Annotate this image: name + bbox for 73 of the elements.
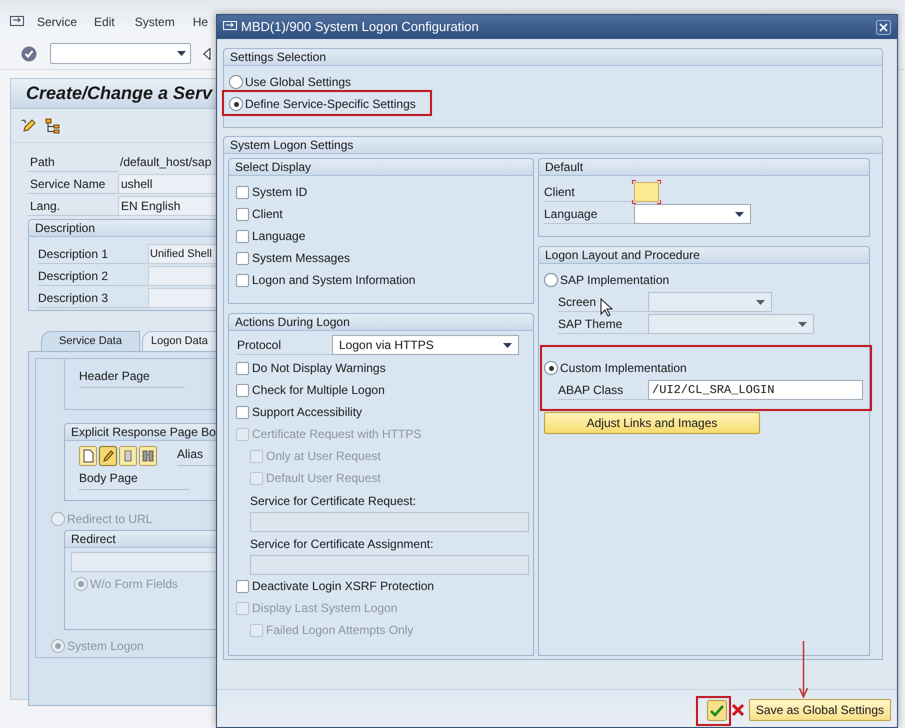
menu-item[interactable]: He (192, 13, 208, 31)
checkbox-label: Default User Request (266, 470, 381, 487)
radio-label: System Logon (67, 638, 144, 656)
caret-icon (503, 342, 512, 348)
group-header: Settings Selection (224, 49, 882, 66)
menu-icon[interactable] (10, 16, 24, 29)
field-label: Path (28, 152, 118, 172)
trash-icon[interactable] (119, 446, 137, 466)
radio-button[interactable] (544, 273, 558, 287)
window-icon (223, 21, 237, 33)
checkbox-label: Deactivate Login XSRF Protection (252, 578, 434, 595)
checkbox-label: Support Accessibility (252, 404, 362, 421)
checkbox-label: System Messages (252, 250, 350, 267)
edit-icon[interactable] (21, 118, 37, 134)
checkbox[interactable] (236, 230, 249, 242)
cancel-icon[interactable] (730, 702, 746, 718)
group-header: Select Display (229, 159, 533, 176)
radio-button[interactable] (544, 361, 558, 375)
checkbox[interactable] (236, 208, 249, 220)
checkbox[interactable] (236, 362, 249, 374)
checkbox[interactable] (236, 186, 249, 198)
menu-item[interactable]: Service (37, 13, 78, 31)
ok-button[interactable] (706, 700, 727, 720)
checkbox[interactable] (236, 274, 249, 286)
caret-icon (735, 212, 744, 216)
checkbox-label: Only at User Request (266, 448, 381, 465)
group-header: Actions During Logon (229, 314, 533, 331)
edit-icon[interactable] (99, 446, 117, 466)
menu-item[interactable]: Edit (94, 13, 115, 31)
radio-button[interactable] (229, 97, 243, 111)
field-value: /default_host/sap (119, 154, 212, 171)
checkbox-label: Do Not Display Warnings (252, 360, 386, 377)
save-global-button[interactable]: Save as Global Settings (748, 699, 891, 721)
radio-label: W/o Form Fields (90, 576, 178, 593)
enter-icon[interactable] (21, 46, 37, 62)
group-header: System Logon Settings (224, 137, 882, 154)
checkbox-label: Check for Multiple Logon (252, 382, 385, 399)
adjust-links-button[interactable]: Adjust Links and Images (544, 412, 760, 434)
dropdown[interactable]: Logon via HTTPS (332, 335, 519, 355)
checkbox[interactable] (236, 406, 249, 418)
radio-label: SAP Implementation (560, 272, 670, 289)
tab[interactable]: Service Data (41, 331, 140, 351)
radio-button[interactable] (229, 75, 243, 89)
field-label: Service for Certificate Request: (250, 493, 418, 510)
checkbox-label: Logon and System Information (252, 272, 416, 289)
cursor-icon (600, 298, 613, 317)
menu-item[interactable]: System (134, 13, 175, 31)
dropdown[interactable] (634, 204, 751, 224)
binoculars-icon[interactable] (139, 446, 157, 466)
checkbox-label: Display Last System Logon (252, 600, 398, 617)
tab[interactable]: Logon Data (142, 331, 217, 351)
checkbox[interactable] (236, 580, 249, 592)
caret-icon (756, 300, 765, 304)
window-title: MBD(1)/900 System Logon Configuration (241, 18, 479, 36)
checkbox[interactable] (236, 384, 249, 396)
checkbox[interactable] (236, 252, 249, 264)
group-header: Default (539, 159, 869, 176)
new-document-icon[interactable] (79, 446, 97, 466)
checkbox-label: Certificate Request with HTTPS (252, 426, 422, 443)
back-icon[interactable] (203, 48, 211, 60)
radio-label: Custom Implementation (560, 360, 687, 377)
radio-label: Redirect to URL (67, 511, 152, 528)
command-field[interactable] (50, 43, 191, 64)
caret-icon (798, 322, 807, 326)
input-field[interactable] (634, 182, 659, 202)
hierarchy-icon[interactable] (45, 118, 61, 134)
input-field[interactable]: /UI2/CL_SRA_LOGIN (648, 380, 863, 400)
field-label: Header Page (79, 367, 184, 388)
group-header: Logon Layout and Procedure (539, 247, 869, 264)
caret-icon (177, 51, 186, 56)
field-label: Body Page (79, 468, 189, 490)
checkbox-label: Failed Logon Attempts Only (266, 622, 414, 639)
close-icon[interactable] (876, 20, 891, 34)
